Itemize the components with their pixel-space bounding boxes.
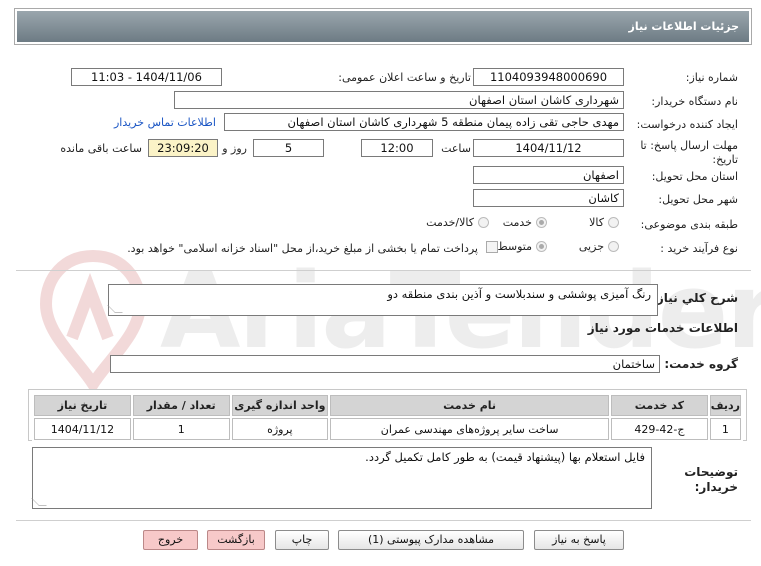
category-label: طبقه بندی موضوعی: bbox=[640, 218, 738, 231]
announce-label: تاریخ و ساعت اعلان عمومی: bbox=[338, 71, 471, 84]
deadline-label-2: تاریخ: bbox=[712, 153, 738, 166]
cell-service-code: ج-42-429 bbox=[611, 418, 708, 440]
col-header-quantity: تعداد / مقدار bbox=[132, 395, 230, 416]
treasury-payment-note: پرداخت تمام یا بخشی از مبلغ خرید،از محل … bbox=[127, 242, 478, 255]
province-field: اصفهان bbox=[473, 166, 624, 184]
city-field: کاشان bbox=[473, 189, 624, 207]
reply-button[interactable]: پاسخ به نیاز bbox=[534, 530, 624, 550]
need-number-label: شماره نیاز: bbox=[685, 71, 738, 84]
days-remaining-field: 5 bbox=[253, 139, 324, 157]
exit-button[interactable]: خروج bbox=[143, 530, 198, 550]
summary-text: رنگ آمیزی پوششی و سندبلاست و آذین بندی م… bbox=[387, 287, 651, 301]
col-header-need-date: تاریخ نیاز bbox=[34, 395, 131, 416]
cell-unit: پروژه bbox=[231, 418, 329, 440]
remaining-label: ساعت باقی مانده bbox=[60, 142, 142, 155]
days-label: روز و bbox=[222, 142, 247, 155]
province-label: استان محل تحویل: bbox=[651, 170, 738, 183]
divider bbox=[16, 270, 751, 271]
cell-quantity: 1 bbox=[132, 418, 230, 440]
service-group-label: گروه خدمت: bbox=[664, 357, 738, 371]
category-option-service[interactable]: خدمت bbox=[503, 216, 547, 229]
purchase-type-label: نوع فرآیند خرید : bbox=[660, 242, 738, 255]
deadline-time-label: ساعت bbox=[441, 142, 471, 155]
summary-label: شرح کلي نياز: bbox=[652, 291, 738, 305]
category-option-goods-service[interactable]: کالا/خدمت bbox=[426, 216, 489, 229]
table-header-row: ردیف کد خدمت نام خدمت واحد اندازه گیری ت… bbox=[34, 395, 741, 416]
requester-label: ایجاد کننده درخواست: bbox=[636, 118, 738, 131]
radio-icon bbox=[608, 241, 619, 252]
buyer-notes-label: توضیحات bbox=[684, 465, 738, 479]
cell-row-number: 1 bbox=[709, 418, 741, 440]
page-frame: جزئیات اطلاعات نیاز AriaTender.neT شماره… bbox=[0, 0, 761, 566]
items-table: ردیف کد خدمت نام خدمت واحد اندازه گیری ت… bbox=[32, 393, 743, 442]
buyer-org-field: شهرداری کاشان استان اصفهان bbox=[174, 91, 624, 109]
col-header-unit: واحد اندازه گیری bbox=[231, 395, 329, 416]
service-group-field: ساختمان bbox=[110, 355, 660, 373]
table-row: 1 ج-42-429 ساخت سایر پروژه‌های مهندسی عم… bbox=[34, 418, 741, 440]
back-button[interactable]: بازگشت bbox=[207, 530, 265, 550]
city-label: شهر محل تحویل: bbox=[658, 193, 738, 206]
buyer-org-label: نام دستگاه خریدار: bbox=[651, 95, 738, 108]
requester-field: مهدی حاجی تقی زاده پیمان منطقه 5 شهرداری… bbox=[224, 113, 624, 131]
buyer-notes-label-2: خریدار: bbox=[694, 480, 738, 494]
summary-textarea: رنگ آمیزی پوششی و سندبلاست و آذین بندی م… bbox=[107, 284, 658, 316]
deadline-date-field: 1404/11/12 bbox=[473, 139, 624, 157]
deadline-label: مهلت ارسال پاسخ: تا bbox=[640, 139, 738, 152]
resize-handle-icon bbox=[107, 305, 123, 313]
cell-need-date: 1404/11/12 bbox=[34, 418, 131, 440]
col-header-service-name: نام خدمت bbox=[330, 395, 610, 416]
services-section-title: اطلاعات خدمات مورد نیاز bbox=[587, 321, 738, 335]
buyer-contact-link[interactable]: اطلاعات تماس خریدار bbox=[114, 116, 216, 129]
announce-field: 1404/11/06 - 11:03 bbox=[71, 68, 222, 86]
resize-handle-icon bbox=[31, 498, 47, 506]
buyer-notes-textarea: فایل استعلام بها (پیشنهاد قیمت) به طور ک… bbox=[31, 447, 652, 509]
need-number-field: 1104093948000690 bbox=[473, 68, 624, 86]
radio-icon bbox=[478, 217, 489, 228]
divider bbox=[16, 520, 751, 521]
radio-icon bbox=[608, 217, 619, 228]
remaining-time-field: 23:09:20 bbox=[148, 139, 218, 157]
print-button[interactable]: چاپ bbox=[275, 530, 329, 550]
deadline-time-field: 12:00 bbox=[361, 139, 433, 157]
view-attachments-button[interactable]: مشاهده مدارک پیوستی (1) bbox=[338, 530, 524, 550]
cell-service-name: ساخت سایر پروژه‌های مهندسی عمران bbox=[330, 418, 610, 440]
category-option-goods[interactable]: کالا bbox=[589, 216, 619, 229]
purchase-option-minor[interactable]: جزیی bbox=[579, 240, 619, 253]
purchase-option-medium[interactable]: متوسط bbox=[497, 240, 547, 253]
watermark: AriaTender.neT bbox=[20, 240, 761, 410]
col-header-service-code: کد خدمت bbox=[611, 395, 708, 416]
radio-selected-icon bbox=[536, 217, 547, 228]
radio-selected-icon bbox=[536, 241, 547, 252]
header-frame: جزئیات اطلاعات نیاز bbox=[14, 8, 752, 45]
treasury-payment-checkbox[interactable] bbox=[486, 241, 498, 253]
col-header-row-number: ردیف bbox=[709, 395, 741, 416]
buyer-notes-text: فایل استعلام بها (پیشنهاد قیمت) به طور ک… bbox=[365, 450, 645, 464]
page-title: جزئیات اطلاعات نیاز bbox=[17, 11, 749, 42]
